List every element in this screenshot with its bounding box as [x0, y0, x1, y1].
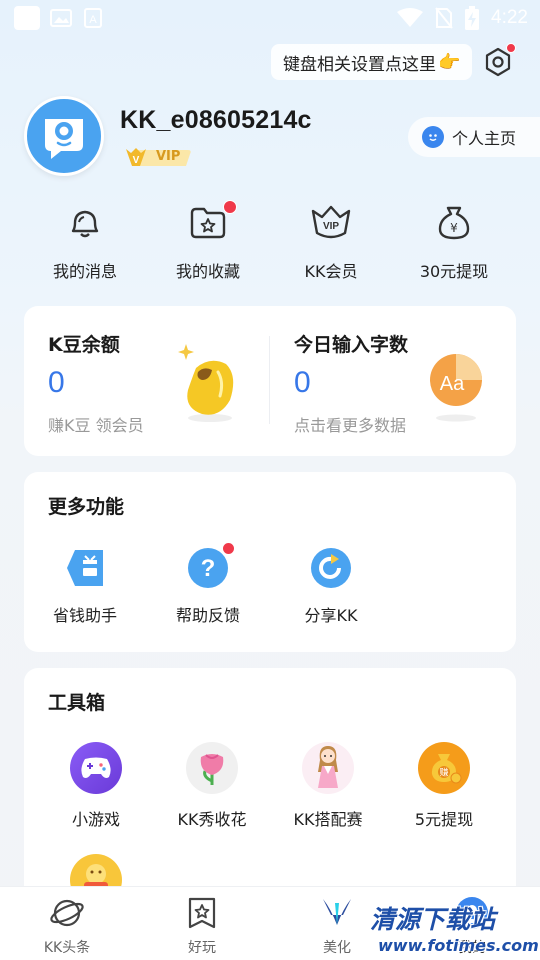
- keyboard-settings-tip[interactable]: 键盘相关设置点这里 👉: [271, 44, 473, 80]
- status-bar: A 4:22: [0, 0, 540, 36]
- tab-label: KK头条: [43, 940, 91, 956]
- tab-kk-headlines[interactable]: KK头条: [17, 895, 117, 957]
- tool-label: KK搭配赛: [293, 810, 363, 829]
- tool-kk-show-flowers[interactable]: KK秀收花: [154, 742, 270, 830]
- feature-label: 帮助反馈: [175, 606, 240, 625]
- kbeans-value: 0: [48, 366, 65, 399]
- more-features-title: 更多功能: [48, 496, 125, 518]
- tool-label: 小游戏: [71, 810, 120, 829]
- tool-kk-dressup-contest[interactable]: KK搭配赛: [270, 742, 386, 830]
- vip-crown-icon: VIP: [308, 200, 354, 246]
- bean-icon: [178, 344, 234, 422]
- no-sim-icon: [435, 7, 453, 29]
- personal-homepage-label: 个人主页: [452, 129, 517, 148]
- quick-action-label: 30元提现: [419, 262, 489, 281]
- svg-text:VIP: VIP: [323, 221, 339, 232]
- vip-badge[interactable]: V VIP: [124, 146, 192, 170]
- paint-icon: [319, 895, 355, 931]
- svg-text:Aa: Aa: [440, 373, 465, 395]
- font-aa-icon: Aa: [430, 354, 482, 422]
- flower-icon: [186, 742, 238, 794]
- vip-label: VIP: [156, 149, 181, 164]
- tab-mine[interactable]: 我的: [422, 895, 522, 957]
- gamepad-icon: [70, 742, 122, 794]
- feature-savings-assistant[interactable]: 省钱助手: [30, 546, 140, 626]
- kbeans-title: K豆余额: [48, 334, 120, 356]
- quick-action-label: 我的消息: [52, 262, 117, 281]
- gallery-notification-icon: [50, 9, 72, 27]
- dressup-girl-icon: [302, 742, 354, 794]
- kbeans-balance[interactable]: K豆余额 0 赚K豆 领会员: [24, 306, 269, 456]
- tab-fun[interactable]: 好玩: [152, 895, 252, 957]
- tab-label: 美化: [323, 940, 351, 956]
- feature-label: 分享KK: [304, 606, 358, 625]
- feature-help-feedback[interactable]: ? 帮助反馈: [153, 542, 263, 626]
- quick-action-withdraw-30[interactable]: ¥ 30元提现: [404, 200, 504, 282]
- quick-action-messages[interactable]: 我的消息: [35, 200, 135, 282]
- svg-text:V: V: [133, 155, 140, 166]
- help-feedback-badge: [222, 542, 235, 555]
- personal-homepage-button[interactable]: 个人主页: [408, 117, 540, 157]
- svg-text:¥: ¥: [450, 221, 458, 235]
- share-icon: [309, 546, 353, 590]
- username: KK_e08605214c: [120, 106, 312, 134]
- toolbox-title: 工具箱: [48, 692, 106, 714]
- quick-action-label: KK会员: [304, 262, 358, 281]
- profile-icon: [454, 895, 490, 931]
- smile-face-icon: [422, 126, 444, 148]
- wifi-icon: [397, 8, 424, 27]
- keyboard-tip-label: 键盘相关设置点这里: [283, 54, 436, 75]
- typing-value: 0: [294, 366, 311, 399]
- status-time: 4:22: [491, 7, 528, 28]
- tool-withdraw-5[interactable]: 赚 5元提现: [386, 742, 502, 830]
- avatar[interactable]: [24, 96, 104, 176]
- keyboard-notification-icon: A: [82, 8, 104, 28]
- favorites-badge: [223, 200, 237, 214]
- tool-label: KK秀收花: [177, 810, 247, 829]
- quick-action-favorites[interactable]: 我的收藏: [158, 200, 258, 282]
- battery-charging-icon: [465, 6, 480, 30]
- typing-subtitle: 点击看更多数据: [294, 416, 407, 435]
- more-features-card: 更多功能 省钱助手 ? 帮助反馈 分享KK: [24, 472, 516, 652]
- typing-count[interactable]: 今日输入字数 0 点击看更多数据 Aa: [270, 306, 516, 456]
- feature-share-kk[interactable]: 分享KK: [276, 546, 386, 626]
- settings-badge: [506, 43, 516, 53]
- svg-text:?: ?: [201, 555, 216, 582]
- kbeans-subtitle: 赚K豆 领会员: [48, 416, 144, 435]
- tool-label: 5元提现: [414, 810, 474, 829]
- tab-label: 好玩: [188, 940, 216, 956]
- stats-card: K豆余额 0 赚K豆 领会员 今日输入字数 0 点击看更多数据 Aa: [24, 306, 516, 456]
- coupon-icon: [63, 546, 107, 590]
- settings-button[interactable]: [482, 43, 516, 78]
- app-notification-icon: [14, 6, 40, 30]
- typing-title: 今日输入字数: [294, 334, 409, 356]
- bookmark-star-icon: [184, 895, 220, 931]
- tab-label: 我的: [458, 940, 486, 956]
- bottom-tab-bar: KK头条 好玩 美化 我的: [0, 886, 540, 960]
- tool-mini-games[interactable]: 小游戏: [38, 742, 154, 830]
- bell-icon: [62, 200, 108, 246]
- help-icon: ?: [186, 542, 235, 590]
- tab-beautify[interactable]: 美化: [287, 895, 387, 957]
- folder-star-icon: [185, 200, 237, 246]
- quick-action-label: 我的收藏: [175, 262, 240, 281]
- planet-icon: [49, 895, 85, 931]
- money-bag-icon: ¥: [431, 200, 477, 246]
- pointing-hand-icon: 👉: [438, 51, 461, 73]
- money-bag-icon: 赚: [418, 742, 470, 794]
- feature-label: 省钱助手: [52, 606, 117, 625]
- svg-text:A: A: [89, 14, 97, 26]
- svg-text:赚: 赚: [439, 767, 448, 779]
- quick-action-kk-member[interactable]: VIP KK会员: [281, 200, 381, 282]
